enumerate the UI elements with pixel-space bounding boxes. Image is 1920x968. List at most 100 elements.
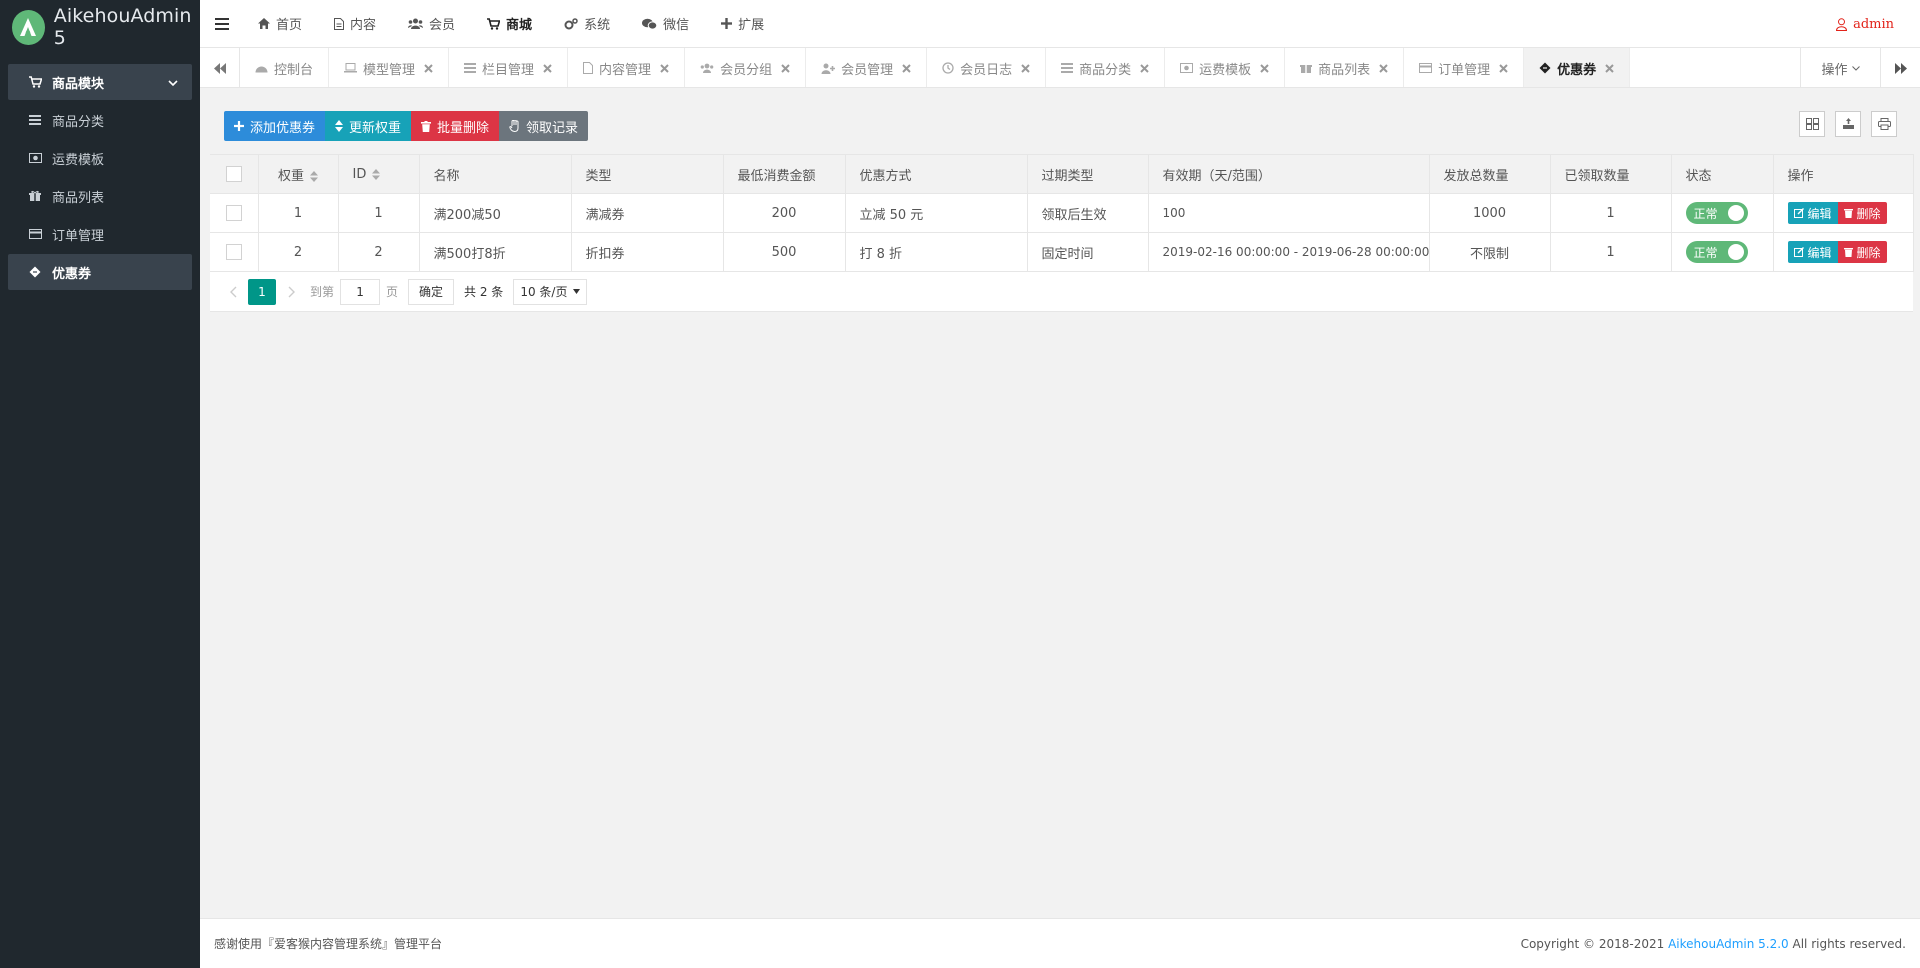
close-icon[interactable] xyxy=(543,63,552,73)
columns-filter-icon[interactable] xyxy=(1799,111,1825,137)
add-coupon-button[interactable]: 添加优惠券 xyxy=(224,111,326,141)
main-content: 添加优惠券 更新权重 批量删除 领取记录 权重 ID 名称 类型 最低消费金额 … xyxy=(210,98,1914,312)
page-unit-label: 页 xyxy=(386,285,399,299)
batch-delete-button[interactable]: 批量删除 xyxy=(411,111,500,141)
goto-confirm-button[interactable]: 确定 xyxy=(408,278,455,305)
nav-item-wechat[interactable]: 微信 xyxy=(626,0,705,48)
print-icon[interactable] xyxy=(1871,111,1897,137)
cell-total: 不限制 xyxy=(1429,232,1551,272)
table-header-row: 权重 ID 名称 类型 最低消费金额 优惠方式 过期类型 有效期（天/范围） 发… xyxy=(210,154,1914,194)
nav-item-system[interactable]: 系统 xyxy=(548,0,626,48)
tab-label: 会员管理 xyxy=(841,62,894,78)
sort-icon[interactable] xyxy=(372,168,381,180)
cell-total: 1000 xyxy=(1429,193,1551,233)
sidebar-item-goods-category[interactable]: 商品分类 xyxy=(8,102,192,138)
nav-item-mall[interactable]: 商城 xyxy=(471,0,548,48)
col-id-label: ID xyxy=(352,166,367,182)
cell-actions: 编辑 删除 xyxy=(1773,193,1914,233)
tab-operations-dropdown[interactable]: 操作 xyxy=(1800,48,1880,88)
nav-item-home[interactable]: 首页 xyxy=(242,0,318,48)
prev-page-icon[interactable] xyxy=(220,279,246,305)
footer-copyright: Copyright © 2018-2021 AikehouAdmin 5.2.0… xyxy=(1521,937,1906,951)
tab-list: 控制台 模型管理 栏目管理 内容管理 会员分组 会员管理 会员日志 商品分类 运… xyxy=(240,48,1800,87)
tab-column-manage[interactable]: 栏目管理 xyxy=(449,48,569,87)
claim-records-label: 领取记录 xyxy=(526,120,579,136)
laptop-icon xyxy=(344,63,358,73)
tab-goods-category[interactable]: 商品分类 xyxy=(1046,48,1166,87)
nav-item-member[interactable]: 会员 xyxy=(392,0,471,48)
tab-dashboard[interactable]: 控制台 xyxy=(240,48,330,87)
sidebar-item-order-manage[interactable]: 订单管理 xyxy=(8,216,192,252)
row-checkbox[interactable] xyxy=(225,244,242,260)
next-page-icon[interactable] xyxy=(278,279,304,305)
close-icon[interactable] xyxy=(902,63,911,73)
goto-page-input[interactable] xyxy=(340,278,381,305)
tab-coupon[interactable]: 优惠券 xyxy=(1524,48,1631,87)
sort-icon[interactable] xyxy=(310,170,318,182)
cell-weight[interactable]: 2 xyxy=(258,232,339,272)
cell-claimed: 1 xyxy=(1550,193,1672,233)
cell-weight[interactable]: 1 xyxy=(258,193,339,233)
tabs-scroll-right-icon[interactable] xyxy=(1880,48,1920,88)
claim-records-button[interactable]: 领取记录 xyxy=(499,111,589,141)
close-icon[interactable] xyxy=(781,63,790,73)
nav-item-content[interactable]: 内容 xyxy=(318,0,392,48)
delete-button[interactable]: 删除 xyxy=(1837,202,1887,224)
tab-member-group[interactable]: 会员分组 xyxy=(685,48,807,87)
status-switch[interactable]: 正常 xyxy=(1685,202,1748,224)
page-size-select[interactable]: 10 条/页 xyxy=(513,278,588,305)
close-icon[interactable] xyxy=(1379,63,1388,73)
close-icon[interactable] xyxy=(660,63,669,73)
cell-actions: 编辑 删除 xyxy=(1773,232,1914,272)
tab-order-manage[interactable]: 订单管理 xyxy=(1404,48,1525,87)
cell-id: 2 xyxy=(338,232,420,272)
menu-toggle-icon[interactable] xyxy=(202,0,242,48)
update-weight-button[interactable]: 更新权重 xyxy=(325,111,412,141)
nav-item-extend[interactable]: 扩展 xyxy=(705,0,780,48)
edit-button[interactable]: 编辑 xyxy=(1787,202,1838,224)
sidebar-item-coupon[interactable]: 优惠券 xyxy=(8,254,192,290)
sidebar-item-shipping-template[interactable]: 运费模板 xyxy=(8,140,192,176)
page-number-current[interactable]: 1 xyxy=(248,278,276,305)
nav-item-label: 商城 xyxy=(506,18,533,33)
app-title: AikehouAdmin 5 xyxy=(53,5,192,49)
row-select-cell xyxy=(210,232,259,272)
close-icon[interactable] xyxy=(1260,63,1269,73)
sidebar-item-goods-list[interactable]: 商品列表 xyxy=(8,178,192,214)
logo[interactable]: AikehouAdmin 5 xyxy=(0,0,200,54)
cell-discount: 立减 50 元 xyxy=(845,193,1028,233)
edit-button[interactable]: 编辑 xyxy=(1787,241,1838,263)
cell-claimed: 1 xyxy=(1550,232,1672,272)
close-icon[interactable] xyxy=(1140,63,1149,73)
col-weight[interactable]: 权重 xyxy=(258,154,339,194)
close-icon[interactable] xyxy=(424,63,433,73)
table-tools xyxy=(1799,111,1897,137)
tab-model-manage[interactable]: 模型管理 xyxy=(329,48,450,87)
sidebar-item-goods-module[interactable]: 商品模块 xyxy=(8,64,192,100)
delete-button[interactable]: 删除 xyxy=(1837,241,1887,263)
tab-content-manage[interactable]: 内容管理 xyxy=(568,48,686,87)
status-switch[interactable]: 正常 xyxy=(1685,241,1748,263)
brand-link[interactable]: AikehouAdmin 5.2.0 xyxy=(1668,937,1789,951)
tabs-scroll-left-icon[interactable] xyxy=(200,48,240,88)
row-checkbox[interactable] xyxy=(225,205,242,221)
cell-name: 满500打8折 xyxy=(419,232,572,272)
card-icon xyxy=(28,229,42,239)
col-expire-type: 过期类型 xyxy=(1027,154,1149,194)
trash-icon xyxy=(1843,247,1853,257)
user-menu[interactable]: admin xyxy=(1836,0,1894,48)
col-id[interactable]: ID xyxy=(338,154,420,194)
tab-goods-list[interactable]: 商品列表 xyxy=(1285,48,1405,87)
cell-valid: 2019-02-16 00:00:00 - 2019-06-28 00:00:0… xyxy=(1148,232,1430,272)
export-icon[interactable] xyxy=(1835,111,1861,137)
tab-member-log[interactable]: 会员日志 xyxy=(927,48,1047,87)
select-all-checkbox[interactable] xyxy=(225,166,242,182)
close-icon[interactable] xyxy=(1021,63,1030,73)
dashboard-icon xyxy=(255,63,268,73)
tab-shipping-template[interactable]: 运费模板 xyxy=(1165,48,1286,87)
top-header: 首页 内容 会员 商城 系统 微信 扩展 admin xyxy=(200,0,1920,48)
close-icon[interactable] xyxy=(1499,63,1508,73)
close-icon[interactable] xyxy=(1605,63,1614,73)
tab-label: 运费模板 xyxy=(1199,62,1252,78)
tab-member-manage[interactable]: 会员管理 xyxy=(806,48,928,87)
